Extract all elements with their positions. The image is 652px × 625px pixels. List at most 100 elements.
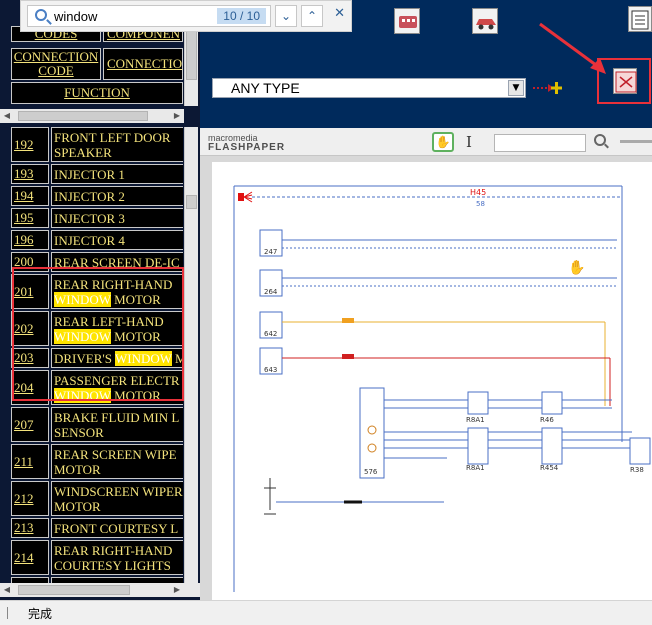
list-item-line: COURTESY LIGHTS: [54, 557, 171, 573]
close-icon[interactable]: ✕: [334, 6, 345, 21]
svg-text:R8A1: R8A1: [466, 416, 485, 424]
status-separator: [7, 607, 8, 619]
list-item-number[interactable]: 211: [11, 444, 49, 479]
list-item-name[interactable]: INJECTOR 2: [51, 186, 183, 206]
diagram-page: H45 58 247 264 642 643 576 R8A1 R46 R8A1…: [212, 162, 652, 600]
svg-text:642: 642: [264, 330, 277, 338]
zoom-slider[interactable]: [620, 140, 652, 143]
list-item-number[interactable]: 212: [11, 481, 49, 516]
search-icon: [35, 9, 47, 21]
list-item-line: SPEAKER: [54, 144, 112, 160]
svg-text:R38: R38: [630, 466, 644, 474]
svg-text:643: 643: [264, 366, 277, 374]
search-icon[interactable]: [594, 134, 606, 146]
svg-text:✋: ✋: [568, 259, 585, 276]
find-input[interactable]: window 10 / 10: [27, 5, 271, 27]
find-query: window: [54, 9, 98, 24]
type-select[interactable]: ANY TYPE ▼: [212, 78, 526, 98]
annotation-highlight-box: [12, 267, 184, 401]
list-item-line: INJECTOR 3: [54, 210, 125, 226]
svg-text:R46: R46: [540, 416, 554, 424]
document-viewport[interactable]: H45 58 247 264 642 643 576 R8A1 R46 R8A1…: [200, 156, 652, 600]
wiring-diagram-icon[interactable]: [613, 68, 637, 94]
list-item-number[interactable]: 193: [11, 164, 49, 184]
list-item[interactable]: 196 INJECTOR 4: [11, 230, 183, 250]
chevron-down-icon[interactable]: ▼: [508, 80, 524, 96]
list-item[interactable]: 214 REAR RIGHT-HAND COURTESY LIGHTS: [11, 540, 183, 575]
list-item-line: FRONT LEFT DOOR: [54, 129, 171, 145]
list-item-name[interactable]: FRONT COURTESY L: [51, 518, 183, 538]
list-item-line: REAR RIGHT-HAND: [54, 542, 173, 558]
list-item-number[interactable]: 194: [11, 186, 49, 206]
nav-function[interactable]: FUNCTION: [11, 82, 183, 104]
nav-horizontal-scrollbar[interactable]: ◀ ▶: [0, 109, 184, 123]
list-item[interactable]: 195 INJECTOR 3: [11, 208, 183, 228]
nav-connection-code[interactable]: CONNECTION CODE: [11, 48, 101, 80]
find-next-button[interactable]: ⌄: [275, 5, 297, 27]
chevron-down-icon: ⌄: [280, 9, 292, 23]
svg-text:576: 576: [364, 468, 378, 476]
svg-text:247: 247: [264, 248, 277, 256]
list-item-line: REAR SCREEN WIPE: [54, 446, 177, 462]
list-item-line: WINDSCREEN WIPER: [54, 483, 183, 499]
list-item-line: BRAKE FLUID MIN L: [54, 409, 180, 425]
find-previous-button[interactable]: ⌃: [301, 5, 323, 27]
list-item-line: MOTOR: [54, 461, 101, 477]
flashpaper-logo: macromedia FLASHPAPER: [208, 133, 286, 153]
wiring-diagram: H45 58 247 264 642 643 576 R8A1 R46 R8A1…: [233, 185, 651, 592]
svg-text:58: 58: [476, 200, 485, 208]
list-item[interactable]: 207 BRAKE FLUID MIN L SENSOR: [11, 407, 183, 442]
list-item-number[interactable]: 207: [11, 407, 49, 442]
list-item-name[interactable]: REAR RIGHT-HAND COURTESY LIGHTS: [51, 540, 183, 575]
list-horizontal-scrollbar[interactable]: ◀ ▶: [0, 583, 200, 597]
list-item-name[interactable]: INJECTOR 1: [51, 164, 183, 184]
list-item-line: INJECTOR 1: [54, 166, 125, 182]
svg-text:H45: H45: [470, 188, 486, 197]
list-item-name[interactable]: INJECTOR 3: [51, 208, 183, 228]
find-bar: window 10 / 10 ⌄ ⌃ ✕: [20, 0, 352, 32]
nav-hscroll-thumb[interactable]: [18, 111, 148, 121]
book-icon[interactable]: [628, 6, 652, 32]
list-item[interactable]: 194 INJECTOR 2: [11, 186, 183, 206]
list-item[interactable]: 193 INJECTOR 1: [11, 164, 183, 184]
svg-text:R8A1: R8A1: [466, 464, 485, 472]
left-panel: CODES COMPONEN CONNECTION CODE CONNECTIO…: [0, 0, 200, 600]
list-vertical-scrollbar[interactable]: [184, 127, 198, 583]
list-item-name[interactable]: FRONT LEFT DOOR SPEAKER: [51, 127, 183, 162]
list-item-name[interactable]: REAR SCREEN WIPE MOTOR: [51, 444, 183, 479]
document-search-input[interactable]: [494, 134, 586, 152]
nav-connection[interactable]: CONNECTIO: [103, 48, 183, 80]
nav-vertical-scrollbar[interactable]: [184, 26, 198, 106]
list-item-number[interactable]: 192: [11, 127, 49, 162]
list-item-line: SENSOR: [54, 424, 104, 440]
annotation-highlight-icon-box: [597, 58, 651, 104]
chevron-up-icon: ⌃: [306, 9, 318, 23]
hand-tool-button[interactable]: ✋: [432, 132, 454, 152]
list-item-line: INJECTOR 4: [54, 232, 125, 248]
list-item-number[interactable]: 195: [11, 208, 49, 228]
list-item-number[interactable]: 213: [11, 518, 49, 538]
list-item-number[interactable]: 214: [11, 540, 49, 575]
list-scroll-thumb[interactable]: [186, 195, 197, 209]
nav-scroll-thumb[interactable]: [186, 28, 197, 80]
list-item[interactable]: 213 FRONT COURTESY L: [11, 518, 183, 538]
flashpaper-toolbar: macromedia FLASHPAPER ✋ I: [200, 128, 652, 156]
connector-icon[interactable]: [394, 8, 420, 34]
vehicle-icon[interactable]: [472, 8, 498, 34]
list-item-number[interactable]: 196: [11, 230, 49, 250]
list-item-name[interactable]: INJECTOR 4: [51, 230, 183, 250]
status-bar: 完成: [0, 600, 652, 625]
list-item-line: INJECTOR 2: [54, 188, 125, 204]
status-text: 完成: [28, 607, 53, 621]
list-item-line: MOTOR: [54, 498, 101, 514]
list-item[interactable]: 211 REAR SCREEN WIPE MOTOR: [11, 444, 183, 479]
match-count: 10 / 10: [217, 8, 266, 24]
list-hscroll-thumb[interactable]: [18, 585, 130, 595]
list-item-line: FRONT COURTESY L: [54, 520, 179, 536]
list-item-name[interactable]: WINDSCREEN WIPER MOTOR: [51, 481, 183, 516]
svg-text:264: 264: [264, 288, 278, 296]
list-item[interactable]: 192 FRONT LEFT DOOR SPEAKER: [11, 127, 183, 162]
list-item[interactable]: 212 WINDSCREEN WIPER MOTOR: [11, 481, 183, 516]
list-item-name[interactable]: BRAKE FLUID MIN L SENSOR: [51, 407, 183, 442]
text-select-tool[interactable]: I: [466, 133, 472, 151]
